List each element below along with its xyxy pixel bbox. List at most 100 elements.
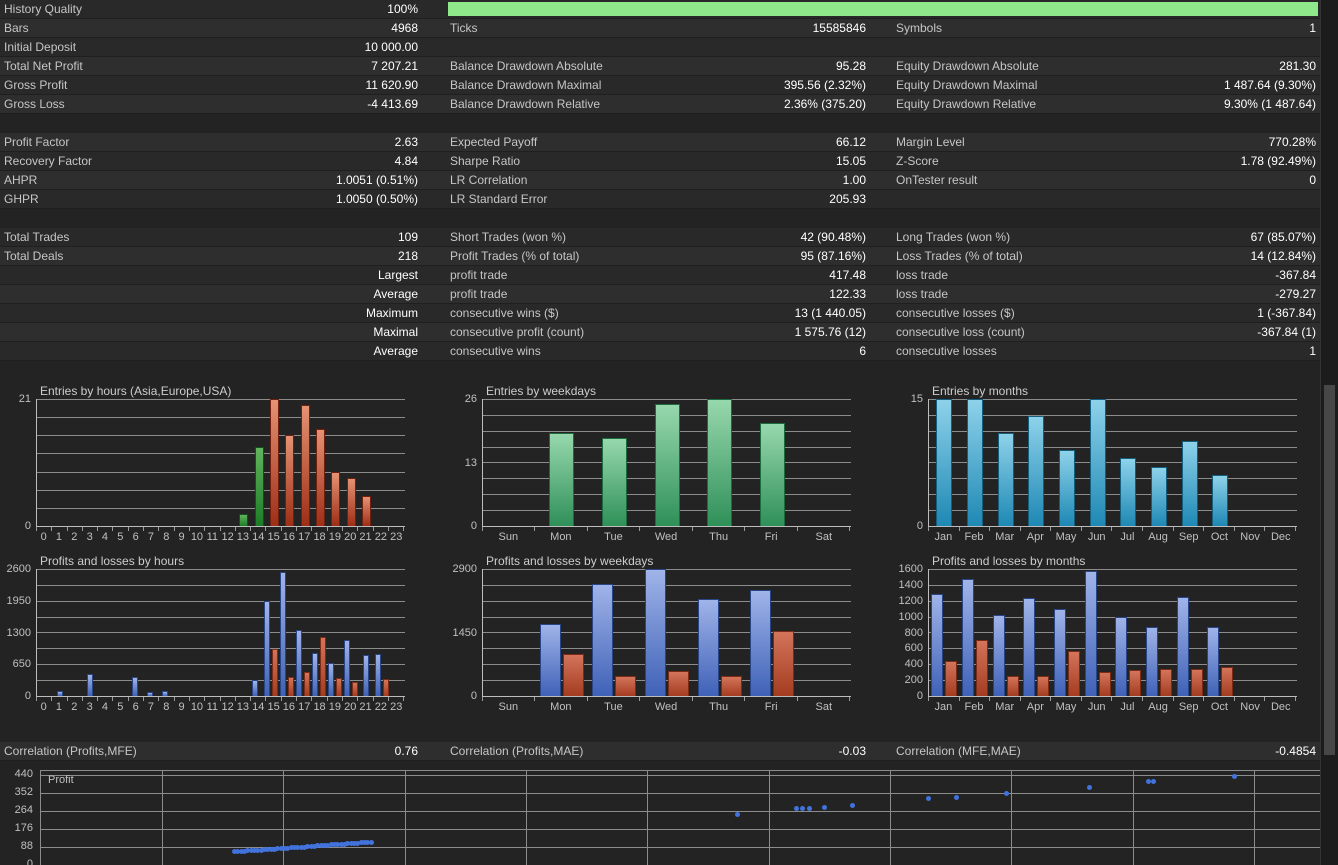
bar-slots	[929, 399, 1297, 526]
bar-slot	[746, 399, 799, 526]
stat-cell	[892, 38, 1320, 56]
y-tick-label: 88	[0, 840, 33, 852]
stat-cell	[892, 190, 1320, 208]
bar-slot	[588, 569, 641, 696]
bar-slot	[97, 569, 112, 696]
x-tick-label: Thu	[692, 531, 745, 544]
y-tick-label: 1300	[0, 627, 31, 639]
profit-bar	[1085, 571, 1097, 696]
x-tick-label: Dec	[1265, 701, 1296, 714]
bar-slot	[218, 569, 233, 696]
bar-slot	[374, 569, 390, 696]
x-tick-label: 4	[97, 531, 112, 544]
stats-row: Recovery Factor4.84Sharpe Ratio15.05Z-Sc…	[0, 152, 1320, 171]
x-tick-label: Wed	[640, 531, 693, 544]
x-tick-label: Sun	[482, 701, 535, 714]
x-tick-label: 7	[143, 701, 158, 714]
stat-value: Average	[374, 285, 446, 303]
y-tick-label: 26	[446, 393, 477, 405]
x-tick-label: 16	[281, 531, 296, 544]
stat-value: 13 (1 440.05)	[795, 304, 892, 322]
stat-label: loss trade	[892, 285, 948, 303]
stat-cell: consecutive losses1	[892, 342, 1320, 360]
y-axis: 02004006008001000120014001600	[892, 569, 928, 696]
bar-slot	[1113, 399, 1144, 526]
stats-gap	[0, 114, 1320, 133]
x-tick-label: Sat	[797, 701, 850, 714]
x-tick-label: Thu	[692, 701, 745, 714]
stat-value: 9.30% (1 487.64)	[1224, 95, 1320, 113]
x-tick-label: Nov	[1235, 701, 1266, 714]
stat-value: 1 (-367.84)	[1257, 304, 1320, 322]
profit-bar	[132, 677, 138, 696]
stat-value: 0	[1309, 171, 1320, 189]
gridline-vertical	[1133, 770, 1134, 865]
entries-bar	[1182, 441, 1198, 526]
y-tick-label: 400	[892, 658, 923, 670]
stat-value: 281.30	[1279, 57, 1320, 75]
data-point	[926, 796, 931, 801]
data-point	[735, 812, 740, 817]
chart-title: Profits and losses by weekdays	[486, 553, 892, 569]
y-tick-label: 1000	[892, 611, 923, 623]
stat-cell: Equity Drawdown Absolute281.30	[892, 57, 1320, 75]
bar-slot	[1236, 399, 1267, 526]
loss-bar	[1191, 669, 1203, 696]
stat-cell: Profit Trades (% of total)95 (87.16%)	[446, 247, 892, 265]
entries-bar	[1120, 458, 1136, 526]
y-tick-label: 176	[0, 822, 33, 834]
stat-label: consecutive loss (count)	[892, 323, 1025, 341]
entries-bar	[760, 423, 785, 526]
stat-cell: Expected Payoff66.12	[446, 133, 892, 151]
x-tick-label: 6	[128, 701, 143, 714]
profit-bar	[1023, 598, 1035, 696]
profit-bar	[540, 624, 561, 696]
chart-body: 014502900	[446, 569, 892, 697]
y-tick-label: 352	[0, 786, 33, 798]
stats-row: Total Net Profit7 207.21Balance Drawdown…	[0, 57, 1320, 76]
data-point	[369, 840, 374, 845]
x-tick-label: 9	[174, 701, 189, 714]
x-tick-label: 21	[358, 701, 373, 714]
bar-slots	[929, 569, 1297, 696]
bar-slots	[483, 399, 851, 526]
profit-bar	[1207, 627, 1219, 696]
profit-bar	[264, 601, 270, 696]
x-tick-label: 19	[327, 701, 342, 714]
stat-cell: Total Net Profit7 207.21	[0, 57, 446, 75]
stat-label: consecutive losses ($)	[892, 304, 1015, 322]
stat-cell: Recovery Factor4.84	[0, 152, 446, 170]
profit-bar	[1054, 609, 1066, 696]
y-tick-label: 200	[892, 674, 923, 686]
stat-label: Ticks	[446, 19, 478, 37]
stat-cell	[446, 38, 892, 56]
y-tick-label: 2600	[0, 563, 31, 575]
stat-label: loss trade	[892, 266, 948, 284]
y-tick-label: 1200	[892, 595, 923, 607]
profit-bar	[363, 655, 369, 696]
y-tick-label: 0	[0, 858, 33, 865]
stat-cell: Equity Drawdown Maximal1 487.64 (9.30%)	[892, 76, 1320, 94]
stat-value: 4968	[391, 19, 446, 37]
profit-bar	[162, 691, 168, 696]
bar-slot	[1082, 399, 1113, 526]
stat-label: Short Trades (won %)	[446, 228, 566, 246]
stat-value: 95.28	[836, 57, 892, 75]
stat-value: 1 575.76 (12)	[795, 323, 892, 341]
stat-cell: Sharpe Ratio15.05	[446, 152, 892, 170]
bar-slot	[175, 399, 190, 526]
vertical-scrollbar[interactable]	[1320, 0, 1338, 865]
profit-bar	[344, 640, 350, 696]
entries-bar	[255, 447, 264, 526]
history-quality-progress-bar	[448, 2, 1318, 16]
plot-border-left	[40, 770, 41, 865]
stat-label	[0, 266, 4, 284]
x-tick-label: 2	[67, 701, 82, 714]
stat-cell: Maximal	[0, 323, 446, 341]
y-tick-label: 1450	[446, 627, 477, 639]
scrollbar-thumb[interactable]	[1324, 385, 1335, 755]
stat-label: OnTester result	[892, 171, 977, 189]
entries-bar	[998, 433, 1014, 526]
stat-value: 10 000.00	[365, 38, 446, 56]
stat-cell: Balance Drawdown Maximal395.56 (2.32%)	[446, 76, 892, 94]
